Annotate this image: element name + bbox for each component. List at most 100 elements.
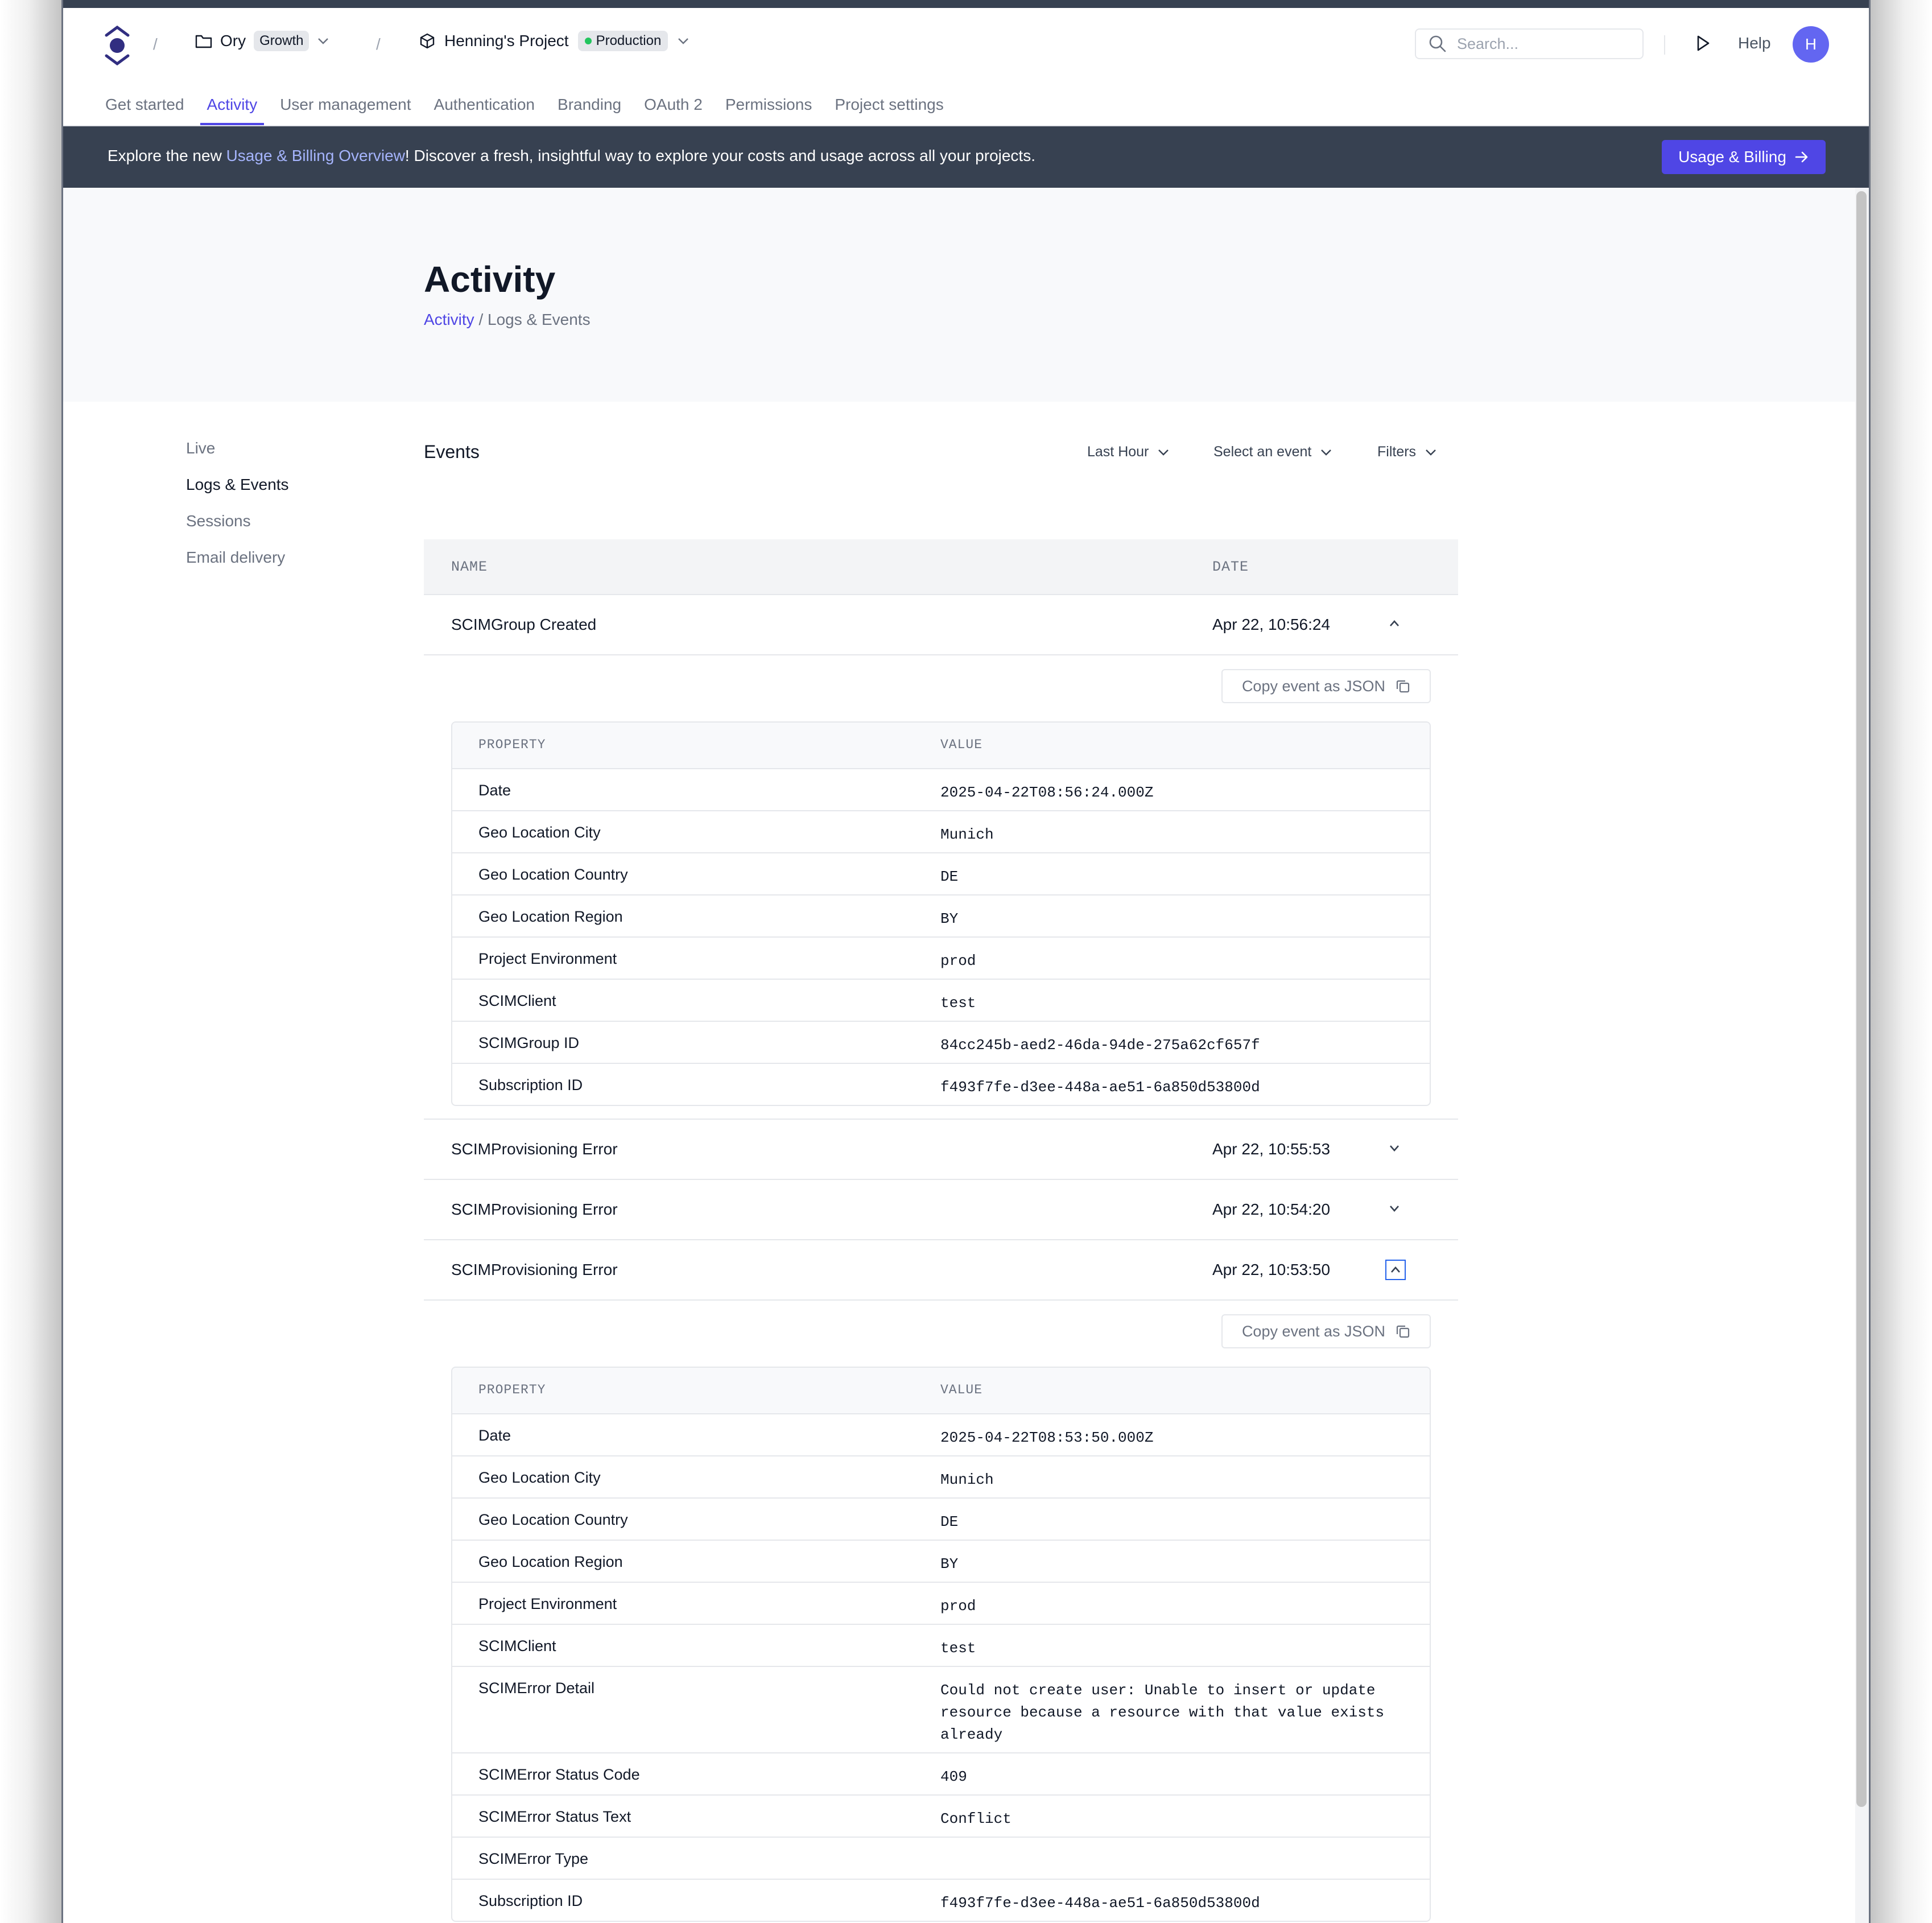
usage-billing-button[interactable]: Usage & Billing [1662,140,1826,174]
tab-oauth2[interactable]: OAuth 2 [644,93,703,123]
event-name: SCIMProvisioning Error [451,1200,618,1218]
property-row: Project Environment prod [452,1582,1430,1624]
events-table-header: NAME DATE [424,539,1458,595]
property-row: Geo Location Region BY [452,1540,1430,1582]
column-header-value: VALUE [940,737,983,752]
property-key: SCIMClient [478,1637,556,1654]
breadcrumb: Activity / Logs & Events [424,311,591,329]
event-date: Apr 22, 10:56:24 [1212,616,1331,633]
copy-json-button[interactable]: Copy event as JSON [1221,669,1431,703]
chevron-down-icon [678,38,689,44]
property-key: Geo Location Country [478,1511,628,1528]
chevron-up-icon[interactable] [1385,1260,1406,1280]
page-header: Activity Activity / Logs & Events [63,188,1855,402]
property-key: Geo Location Region [478,908,623,925]
tab-get-started[interactable]: Get started [105,93,184,123]
property-value: 2025-04-22T08:53:50.000Z [940,1429,1154,1446]
copy-json-label: Copy event as JSON [1241,1322,1386,1340]
property-key: SCIMError Type [478,1850,589,1867]
property-value: DE [940,1513,959,1530]
event-details: Copy event as JSON PROPERTY VALUE Date 2025-… [424,1301,1458,1923]
scrollbar-thumb[interactable] [1856,191,1867,1807]
time-range-dropdown[interactable]: Last Hour [1087,444,1169,460]
project-name: Henning's Project [444,32,569,49]
property-key: Date [478,1427,511,1444]
property-value: Conflict [940,1810,1012,1827]
arrow-right-icon [1795,151,1808,163]
tab-authentication[interactable]: Authentication [434,93,535,123]
property-value: prod [940,952,976,969]
event-row[interactable]: SCIMProvisioning Error Apr 22, 10:55:53 [424,1120,1458,1180]
column-header-date: DATE [1212,558,1249,575]
property-value: f493f7fe-d3ee-448a-ae51-6a850d53800d [940,1079,1260,1096]
project-selector[interactable]: Henning's Project Production [419,31,690,51]
workspace-selector[interactable]: Ory Growth [195,31,329,51]
property-row: Subscription ID f493f7fe-d3ee-448a-ae51-6… [452,1063,1430,1105]
sidenav-item-live[interactable]: Live [186,439,289,476]
property-key: Geo Location City [478,824,601,841]
banner-suffix: ! Discover a fresh, insightful way to ex… [404,147,1035,164]
event-name: SCIMGroup Created [451,616,597,633]
event-row[interactable]: SCIMGroup Created Apr 22, 10:56:24 [424,595,1458,655]
avatar[interactable]: H [1793,26,1829,63]
help-link[interactable]: Help [1738,34,1771,52]
breadcrumb-separator: / [153,35,158,53]
tab-project-settings[interactable]: Project settings [835,93,943,123]
chevron-down-icon[interactable] [1385,1199,1406,1220]
property-value: DE [940,868,959,885]
search-input[interactable] [1456,34,1629,53]
property-row: SCIMError Detail Could not create user: U… [452,1666,1430,1752]
sidenav-item-sessions[interactable]: Sessions [186,512,289,548]
event-name: SCIMProvisioning Error [451,1140,618,1158]
column-header-name: NAME [451,558,488,575]
property-value: test [940,1640,976,1657]
sidenav-item-logs-events[interactable]: Logs & Events [186,476,289,512]
chevron-up-icon[interactable] [1385,614,1406,635]
tab-activity[interactable]: Activity [200,93,264,125]
chevron-down-icon [1426,449,1436,456]
tab-user-management[interactable]: User management [280,93,411,123]
copy-icon [1396,1325,1410,1338]
ory-logo-icon[interactable] [104,24,130,67]
chevron-down-icon [318,38,329,44]
property-row: Geo Location Country DE [452,852,1430,894]
event-row[interactable]: SCIMProvisioning Error Apr 22, 10:54:20 [424,1180,1458,1240]
announcement-banner: Explore the new Usage & Billing Overview… [63,126,1869,188]
time-range-label: Last Hour [1087,444,1149,460]
event-type-dropdown[interactable]: Select an event [1213,444,1332,460]
column-header-property: PROPERTY [478,1383,546,1397]
breadcrumb-separator: / [376,35,381,53]
main-tabs: Get started Activity User management Aut… [105,93,944,125]
banner-link[interactable]: Usage & Billing Overview [226,147,405,164]
sidenav-item-email-delivery[interactable]: Email delivery [186,548,289,585]
search-box[interactable] [1415,28,1644,59]
tab-permissions[interactable]: Permissions [725,93,812,123]
property-row: Subscription ID f493f7fe-d3ee-448a-ae51-6… [452,1879,1430,1921]
property-value: BY [940,910,959,927]
tab-branding[interactable]: Branding [558,93,621,123]
property-row: Geo Location Country DE [452,1497,1430,1540]
filters-label: Filters [1377,444,1417,460]
property-key: Date [478,782,511,799]
property-key: SCIMClient [478,992,556,1009]
property-key: Project Environment [478,950,617,967]
usage-billing-button-label: Usage & Billing [1678,148,1786,166]
properties-table: PROPERTY VALUE Date 2025-04-22T08:56:24.000… [451,721,1431,1106]
chevron-down-icon[interactable] [1385,1139,1406,1159]
breadcrumb-activity-link[interactable]: Activity [424,311,474,328]
property-row: SCIMError Type [452,1837,1430,1879]
filters-dropdown[interactable]: Filters [1377,444,1436,460]
play-icon[interactable] [1692,33,1713,53]
copy-json-button[interactable]: Copy event as JSON [1221,1314,1431,1348]
event-row[interactable]: SCIMProvisioning Error Apr 22, 10:53:50 [424,1240,1458,1301]
copy-icon [1396,680,1410,693]
banner-text: Explore the new Usage & Billing Overview… [108,147,1035,165]
property-key: Geo Location Country [478,866,628,883]
property-key: Geo Location City [478,1469,601,1486]
activity-sidenav: Live Logs & Events Sessions Email delive… [186,439,289,585]
cube-icon [420,33,435,49]
environment-label: Production [596,33,662,48]
property-key: Geo Location Region [478,1553,623,1570]
window-shadow-left [0,0,61,1923]
property-row: SCIMError Status Code 409 [452,1752,1430,1794]
